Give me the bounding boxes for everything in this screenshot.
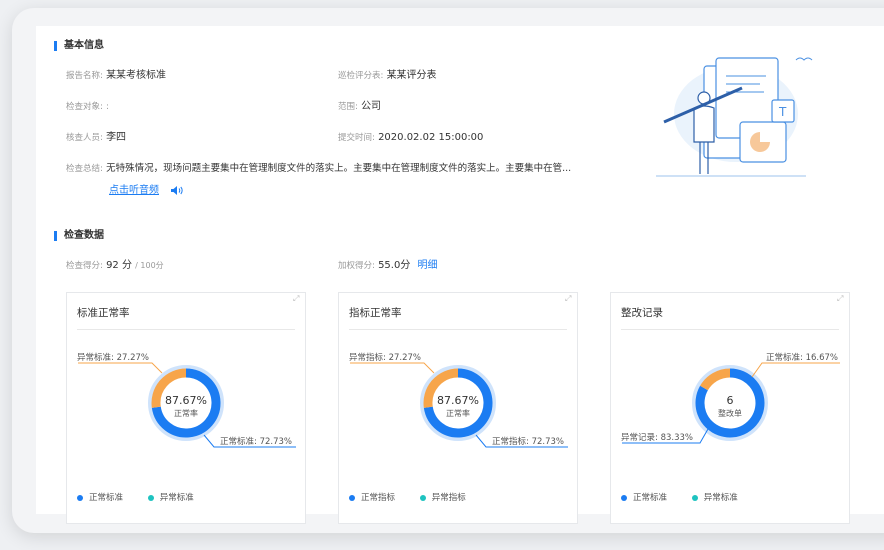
report-name-row: 报告名称: 某某考核标准: [66, 69, 166, 83]
label-normal: 正常标准: 72.73%: [220, 436, 292, 447]
summary-value: 无特殊情况，现场问题主要集中在管理制度文件的落实上。主要集中在管理制度文件的落实…: [106, 163, 572, 174]
scope-row: 范围: 公司: [338, 100, 381, 114]
leader-line-abnormal: [751, 362, 840, 378]
inspector-row: 核查人员: 李四: [66, 131, 126, 145]
legend-abnormal: 异常标准: [703, 493, 738, 503]
target-row: 检查对象: :: [66, 100, 109, 114]
speaker-icon[interactable]: [170, 185, 184, 196]
detail-link[interactable]: 明细: [418, 260, 438, 271]
legend-normal: 正常标准: [633, 493, 668, 503]
section-title-basic: 基本信息: [54, 40, 104, 52]
card-rectify-record: 整改记录 ⤢ 6 整改单 正常标准: 16.67% 异常记录: 83.33% 正常标准…: [610, 292, 850, 524]
scope-label: 范围:: [338, 102, 358, 112]
report-name-value: 某某考核标准: [106, 70, 167, 81]
legend-normal: 正常指标: [361, 493, 396, 503]
weighted-row: 加权得分: 55.0分 明细: [338, 259, 438, 273]
donut-chart: 87.67%正常率 异常标准: 27.27% 正常标准: 72.73%: [77, 352, 296, 448]
summary-label: 检查总结:: [66, 164, 103, 174]
svg-text:T: T: [778, 105, 787, 119]
legend-dot-normal: [77, 494, 83, 501]
leader-line-abnormal: [78, 362, 163, 374]
sheet-value: 某某评分表: [386, 70, 437, 81]
listen-audio-link[interactable]: 点击听音频: [109, 185, 159, 196]
card-index-rate: 指标正常率 ⤢ 87.67% 正常率 异常指标: 27.27% 正常指标: 72.73…: [338, 292, 578, 524]
label-normal: 异常记录: 83.33%: [621, 432, 693, 443]
donut-center-label: 整改单: [718, 408, 742, 418]
legend: 正常标准 异常标准: [621, 491, 738, 503]
label-abnormal: 正常标准: 16.67%: [766, 352, 838, 363]
submit-time-row: 提交时间: 2020.02.02 15:00:00: [338, 131, 483, 145]
target-label: 检查对象:: [66, 102, 103, 112]
inspector-value: 李四: [106, 132, 127, 143]
label-abnormal: 异常指标: 27.27%: [349, 352, 421, 363]
scope-value: 公司: [361, 101, 382, 112]
section-title-check: 检查数据: [54, 230, 104, 242]
score-value: 92 分: [106, 260, 132, 271]
donut-center-label: 正常率: [174, 408, 198, 418]
audio-row: 点击听音频: [109, 181, 184, 196]
report-illustration: T: [656, 57, 813, 177]
legend-abnormal: 异常指标: [431, 493, 466, 503]
report-name-label: 报告名称:: [66, 71, 103, 81]
donut-center-value: 87.67%: [165, 394, 207, 407]
label-normal: 正常指标: 72.73%: [492, 436, 564, 447]
submit-time-label: 提交时间:: [338, 133, 375, 143]
submit-time-value: 2020.02.02 15:00:00: [378, 132, 484, 143]
score-total: / 100分: [135, 261, 164, 270]
legend: 正常标准 异常标准: [77, 491, 194, 503]
legend-dot-normal: [349, 494, 355, 501]
legend-abnormal: 异常标准: [159, 493, 194, 503]
donut-center-label: 正常率: [446, 408, 470, 418]
score-label: 检查得分:: [66, 261, 103, 271]
card-standard-rate: 标准正常率 ⤢ 87.67% 正常率 异常标准: 27.27% 正常标准: 72.73…: [66, 292, 306, 524]
sheet-row: 巡检评分表: 某某评分表: [338, 69, 437, 83]
score-row: 检查得分: 92 分 / 100分: [66, 259, 164, 273]
legend-dot-normal: [621, 494, 627, 501]
legend-dot-abnormal: [691, 494, 698, 501]
leader-line-abnormal: [350, 362, 435, 374]
weighted-label: 加权得分:: [338, 261, 375, 271]
donut-chart: 6整改单 正常标准: 16.67% 异常记录: 83.33%: [621, 352, 840, 444]
legend-dot-abnormal: [419, 494, 426, 501]
legend-normal: 正常标准: [89, 493, 124, 503]
donut-center-value: 87.67%: [437, 394, 479, 407]
donut-center-value: 6: [727, 394, 734, 407]
weighted-value: 55.0分: [378, 260, 411, 271]
donut-chart: 87.67%正常率 异常指标: 27.27% 正常指标: 72.73%: [349, 352, 568, 448]
legend-dot-abnormal: [147, 494, 154, 501]
summary-row: 检查总结: 无特殊情况，现场问题主要集中在管理制度文件的落实上。主要集中在管理制…: [66, 162, 571, 176]
target-value: :: [106, 102, 109, 112]
label-abnormal: 异常标准: 27.27%: [77, 352, 149, 363]
inspector-label: 核查人员:: [66, 133, 103, 143]
sheet-label: 巡检评分表:: [338, 71, 384, 81]
legend: 正常指标 异常指标: [349, 491, 466, 503]
